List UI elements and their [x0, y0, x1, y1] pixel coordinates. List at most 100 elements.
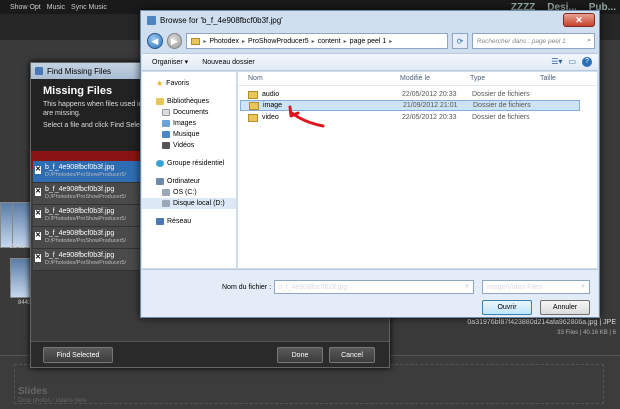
file-name: image	[263, 102, 283, 109]
missing-file-name: b_f_4e908fbcf0b3f.jpg	[45, 208, 115, 215]
menu-sync-music[interactable]: Sync Music	[71, 4, 107, 11]
nav-label: Vidéos	[173, 142, 195, 149]
search-input[interactable]: Rechercher dans : page peel 1 ⌕	[471, 33, 596, 49]
chevron-right-icon: ▸	[389, 38, 393, 45]
address-row: ◀ ▶ ▸ Photodex ▸ ProShowProducer5 ▸ cont…	[147, 31, 596, 51]
browse-footer: Nom du fichier : b_f_4e908fbcf0b3f.jpg ▼…	[142, 269, 598, 317]
column-name[interactable]: Nom	[248, 75, 263, 82]
find-selected-button[interactable]: Find Selected	[43, 347, 113, 363]
cancel-button[interactable]: Cancel	[329, 347, 375, 363]
folder-icon	[248, 113, 258, 122]
thumbnail-label: 23-11-2	[10, 244, 31, 250]
nav-item-drive-c[interactable]: OS (C:)	[142, 187, 236, 198]
open-button[interactable]: Ouvrir	[482, 300, 532, 315]
search-icon: ⌕	[587, 37, 592, 44]
filename-value: b_f_4e908fbcf0b3f.jpg	[278, 283, 348, 291]
missing-file-path: D:/Photodex/ProShowProducer5/	[45, 194, 127, 200]
file-type: Dossier de fichiers	[473, 102, 531, 109]
breadcrumb-segment[interactable]: page peel 1	[350, 38, 387, 45]
nav-label: Ordinateur	[167, 178, 201, 185]
missing-file-item[interactable]: ✕ b_f_4e908fbcf0b3f.jpg D:/Photodex/ProS…	[33, 161, 141, 183]
annotation-arrow-icon	[288, 105, 325, 128]
slide-drop-zone[interactable]	[14, 364, 604, 404]
missing-file-item[interactable]: ✕ b_f_4e908fbcf0b3f.jpg D:/Photodex/ProS…	[33, 183, 141, 205]
column-modified[interactable]: Modifié le	[400, 75, 430, 82]
view-options-icon[interactable]: ☰▾	[551, 57, 562, 67]
file-modified: 22/05/2012 20:33	[402, 91, 457, 98]
missing-file-item[interactable]: ✕ b_f_4e908fbcf0b3f.jpg D:/Photodex/ProS…	[33, 249, 141, 271]
menu-music[interactable]: Music	[47, 4, 65, 11]
nav-item-network[interactable]: Réseau	[142, 216, 236, 227]
missing-file-name: b_f_4e908fbcf0b3f.jpg	[45, 164, 115, 171]
help-icon[interactable]: ?	[582, 57, 592, 67]
file-info-suffix: JPE	[603, 319, 616, 326]
organize-button[interactable]: Organiser ▾	[152, 58, 188, 66]
drive-icon	[162, 200, 170, 207]
back-arrow-icon[interactable]: ◀	[147, 33, 163, 49]
folder-icon	[191, 37, 201, 45]
column-type[interactable]: Type	[470, 75, 485, 82]
browse-titlebar[interactable]: Browse for 'b_f_4e908fbcf0b3f.jpg'	[141, 11, 599, 29]
missing-file-path: D:/Photodex/ProShowProducer5/	[45, 216, 127, 222]
computer-icon	[156, 178, 164, 185]
nav-label: Documents	[173, 109, 209, 116]
dialog-footer: Find Selected Done Cancel	[31, 341, 389, 367]
missing-file-list: ✕ b_f_4e908fbcf0b3f.jpg D:/Photodex/ProS…	[33, 161, 141, 271]
file-row-audio[interactable]: audio 22/05/2012 20:33 Dossier de fichie…	[240, 89, 580, 100]
missing-x-icon: ✕	[35, 166, 41, 174]
file-info-panel: 0a31976bf87f423880d214afa962806a.jpg | J…	[467, 319, 616, 336]
missing-file-path: D:/Photodex/ProShowProducer5/	[45, 172, 127, 178]
nav-label: OS (C:)	[173, 189, 197, 196]
nav-item-homegroup[interactable]: Groupe résidentiel	[142, 158, 236, 169]
nav-label: Réseau	[167, 218, 192, 225]
breadcrumb-segment[interactable]: content	[318, 38, 341, 45]
missing-file-item[interactable]: ✕ b_f_4e908fbcf0b3f.jpg D:/Photodex/ProS…	[33, 205, 141, 227]
nav-item-music[interactable]: Musique	[142, 129, 236, 140]
missing-x-icon: ✕	[35, 254, 41, 262]
nav-label: Images	[173, 120, 196, 127]
browse-title: Browse for 'b_f_4e908fbcf0b3f.jpg'	[160, 15, 283, 25]
missing-file-name: b_f_4e908fbcf0b3f.jpg	[45, 186, 115, 193]
nav-item-computer[interactable]: Ordinateur	[142, 176, 236, 187]
documents-icon	[162, 109, 170, 116]
column-size[interactable]: Taille	[540, 75, 556, 82]
filetype-select[interactable]: Image/Video Files ▼	[482, 280, 590, 294]
dialog-title: Find Missing Files	[47, 66, 112, 76]
new-folder-button[interactable]: Nouveau dossier	[202, 59, 255, 66]
breadcrumb-segment[interactable]: Photodex	[209, 38, 239, 45]
missing-file-path: D:/Photodex/ProShowProducer5/	[45, 238, 127, 244]
library-icon	[156, 98, 164, 105]
nav-item-drive-d[interactable]: Disque local (D:)	[142, 198, 236, 209]
breadcrumb-segment[interactable]: ProShowProducer5	[248, 38, 309, 45]
nav-label: Bibliothèques	[167, 98, 210, 105]
nav-item-videos[interactable]: Vidéos	[142, 140, 236, 151]
menu-show-opt[interactable]: Show Opt	[10, 4, 41, 11]
done-button[interactable]: Done	[277, 347, 323, 363]
window-icon	[147, 15, 156, 25]
nav-item-favorites[interactable]: ★ Favoris	[142, 78, 236, 89]
refresh-icon[interactable]: ⟳	[452, 33, 468, 49]
chevron-down-icon: ▼	[580, 284, 586, 290]
nav-item-images[interactable]: Images	[142, 118, 236, 129]
command-bar: Organiser ▾ Nouveau dossier ☰▾ ▭ ?	[142, 53, 598, 71]
cancel-button[interactable]: Annuler	[540, 300, 590, 315]
forward-arrow-icon[interactable]: ▶	[166, 33, 183, 49]
missing-file-path: D:/Photodex/ProShowProducer5/	[45, 260, 127, 266]
filename-field[interactable]: b_f_4e908fbcf0b3f.jpg ▼	[274, 280, 474, 294]
nav-label: Disque local (D:)	[173, 200, 225, 207]
missing-file-item[interactable]: ✕ b_f_4e908fbcf0b3f.jpg D:/Photodex/ProS…	[33, 227, 141, 249]
chevron-down-icon[interactable]: ▼	[464, 284, 470, 290]
app-icon	[35, 67, 43, 75]
file-info-dims: 6	[612, 330, 616, 336]
music-icon	[162, 131, 170, 138]
missing-x-icon: ✕	[35, 210, 41, 218]
address-bar[interactable]: ▸ Photodex ▸ ProShowProducer5 ▸ content …	[186, 33, 449, 49]
network-icon	[156, 218, 164, 225]
nav-item-libraries[interactable]: Bibliothèques	[142, 96, 236, 107]
preview-pane-icon[interactable]: ▭	[568, 57, 576, 67]
navigation-pane: ★ Favoris Bibliothèques Documents Images …	[142, 72, 237, 268]
close-icon[interactable]: ✕	[563, 13, 595, 27]
slides-title: Slides	[18, 386, 48, 397]
missing-file-name: b_f_4e908fbcf0b3f.jpg	[45, 230, 115, 237]
nav-item-documents[interactable]: Documents	[142, 107, 236, 118]
